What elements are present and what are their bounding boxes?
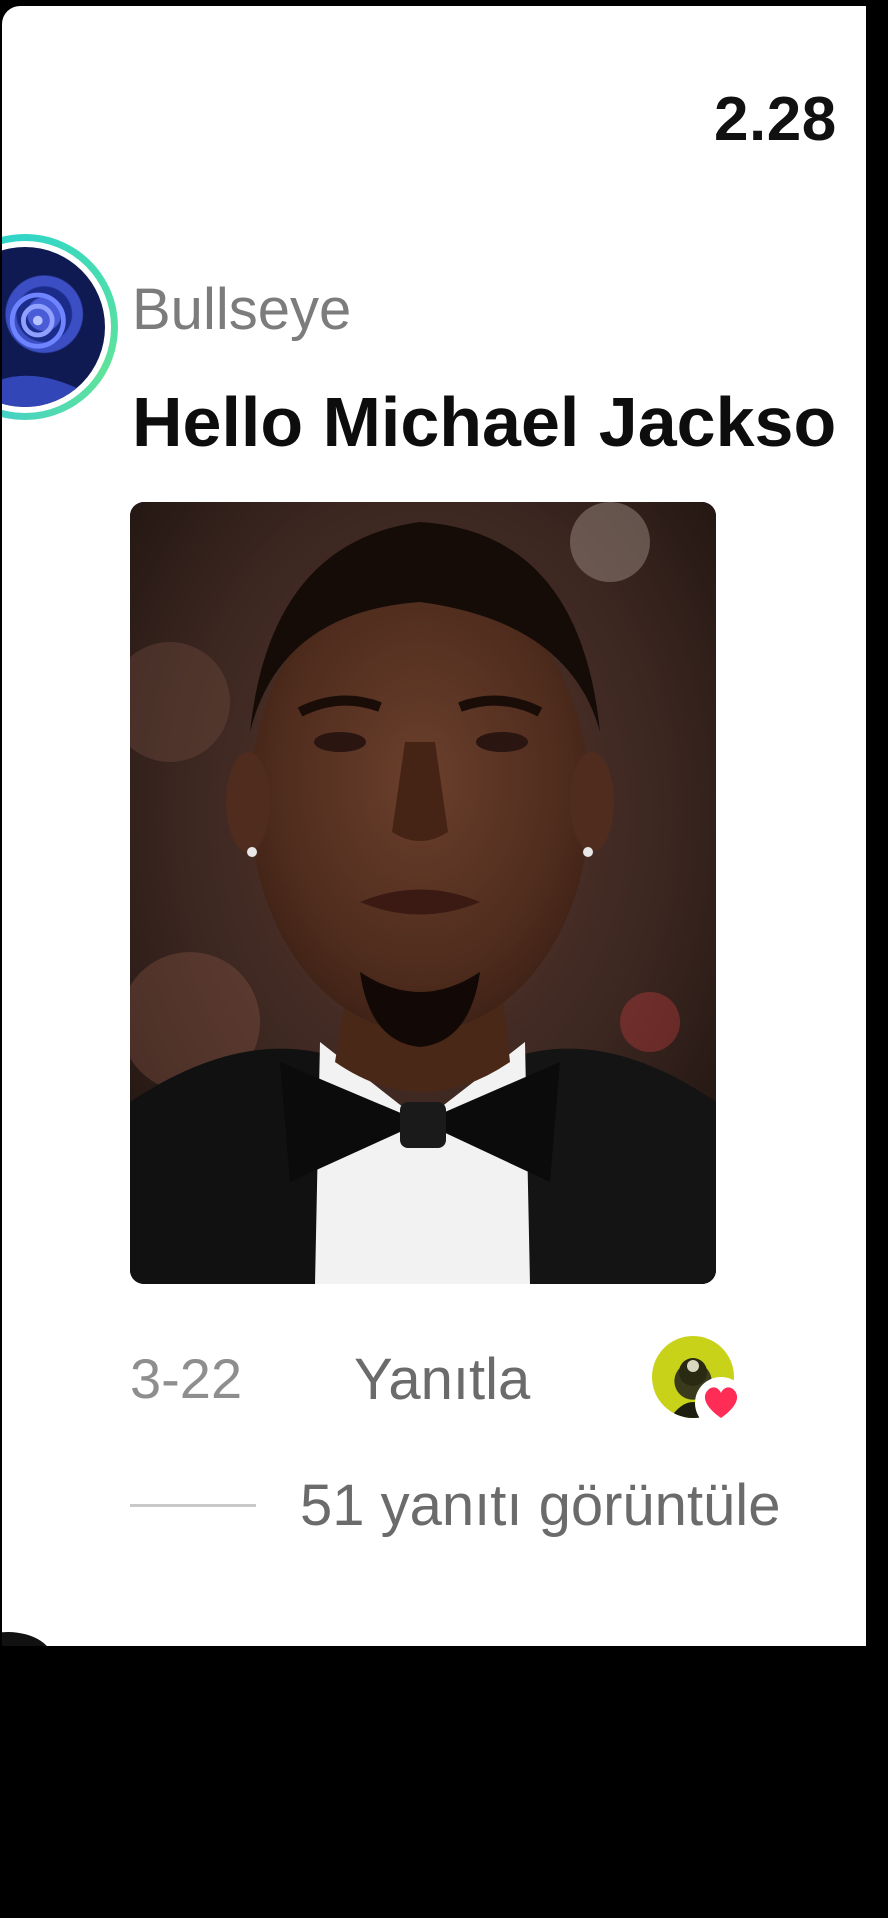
- comment-meta-row: 3-22 Yanıtla: [130, 1336, 866, 1429]
- heart-icon: [695, 1377, 747, 1429]
- comment-panel: 2.28 Bullseye Hello Michael Jackso 3-22 …: [2, 6, 866, 1646]
- avatar-photo: [2, 247, 105, 407]
- next-comment-avatar: [2, 1632, 54, 1646]
- comment-text: Hello Michael Jackso: [132, 383, 837, 461]
- creator-liked-badge: [652, 1336, 747, 1429]
- comment-date: 3-22: [130, 1347, 243, 1410]
- view-replies-label: 51 yanıtı görüntüle: [300, 1473, 781, 1538]
- avatar-art-icon: [2, 292, 89, 407]
- comment-image[interactable]: [130, 502, 716, 1284]
- reply-button[interactable]: Yanıtla: [354, 1346, 530, 1413]
- portrait-photo: [130, 502, 716, 1284]
- comment-author[interactable]: Bullseye: [132, 276, 351, 343]
- view-replies-button[interactable]: 51 yanıtı görüntüle: [130, 1466, 866, 1546]
- avatar-border: [2, 241, 111, 413]
- author-avatar[interactable]: [2, 234, 118, 420]
- comment-count: 2.28: [714, 85, 837, 154]
- screen: 2.28 Bullseye Hello Michael Jackso 3-22 …: [0, 0, 888, 1918]
- replies-divider: [130, 1504, 256, 1507]
